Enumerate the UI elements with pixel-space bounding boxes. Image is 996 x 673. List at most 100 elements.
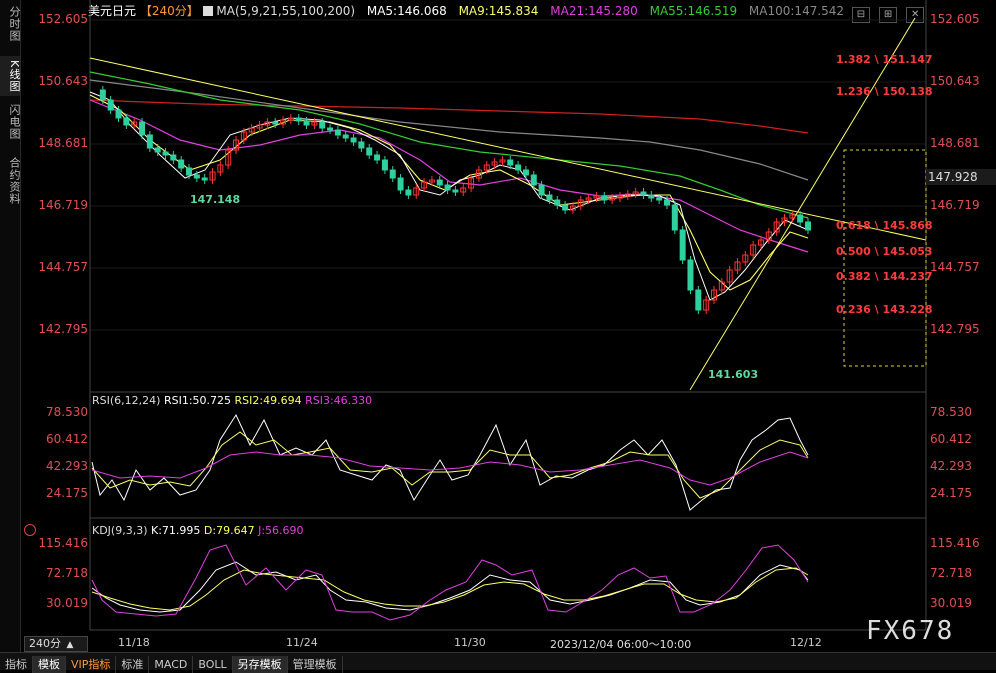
x-date-1: 11/24: [286, 636, 318, 649]
candle-body: [374, 154, 381, 161]
candle-body: [201, 177, 208, 181]
watermark-logo: FX678: [866, 616, 955, 646]
candle-body: [366, 147, 373, 156]
rsi-tick-left-3: 24.175: [46, 486, 88, 500]
fib-level-0382: 0.382 \ 144.237: [836, 270, 933, 283]
fib-level-1382: 1.382 \ 151.147: [836, 53, 933, 66]
candle-body: [522, 169, 529, 176]
candle-body: [170, 154, 177, 161]
tab-standard[interactable]: 标准: [116, 656, 150, 673]
kdj-k-line: [91, 561, 809, 613]
fib-projection-box: [843, 149, 927, 367]
candle-body: [350, 137, 357, 143]
candle-body: [272, 121, 279, 125]
x-date-crosshair: 2023/12/04 06:00～10:00: [550, 638, 692, 651]
kdj-tick-left-0: 115.416: [38, 536, 88, 550]
candle-body: [397, 177, 404, 191]
candle-body: [601, 195, 608, 201]
period-selector-value: 240分: [29, 637, 61, 650]
candle-body: [656, 197, 663, 201]
candle-body: [115, 109, 122, 119]
price-tick-left-3: 146.719: [38, 198, 88, 212]
price-tick-right-3: 146.719: [930, 198, 980, 212]
candle-body: [154, 147, 161, 153]
candle-body: [405, 189, 412, 196]
candle-body: [515, 164, 522, 171]
bottom-toolbar: 指标 模板 VIP指标 标准 MACD BOLL 另存模板 管理模板: [0, 652, 996, 673]
price-tick-left-5: 142.795: [38, 322, 88, 336]
tab-macd[interactable]: MACD: [149, 656, 194, 673]
price-tick-right-1: 150.643: [930, 74, 980, 88]
kdj-settings-icon[interactable]: [24, 524, 36, 536]
rsi-tick-right-0: 78.530: [930, 405, 972, 419]
kdj-header: KDJ(9,3,3) K:71.995 D:79.647 J:56.690: [92, 524, 304, 537]
rsi1-line: [91, 413, 809, 511]
candle-body: [444, 184, 451, 191]
candle-body: [193, 174, 200, 179]
candle-body: [671, 204, 678, 231]
tab-save-template[interactable]: 另存模板: [232, 656, 288, 673]
price-tick-left-0: 152.605: [38, 12, 88, 26]
tab-templates[interactable]: 模板: [33, 656, 66, 673]
rsi3-value: RSI3:46.330: [305, 394, 373, 407]
rsi1-value: RSI1:50.725: [163, 394, 232, 407]
x-date-0: 11/18: [118, 636, 150, 649]
candle-body: [507, 159, 514, 166]
tab-boll[interactable]: BOLL: [193, 656, 233, 673]
price-tick-right-5: 142.795: [930, 322, 980, 336]
triangle-up-icon: ▲: [66, 640, 74, 650]
candle-body: [436, 179, 443, 186]
current-price-tag: 147.928: [926, 169, 996, 185]
tab-vip-indicators[interactable]: VIP指标: [66, 656, 117, 673]
rsi-tick-right-2: 42.293: [930, 459, 972, 473]
price-tick-left-4: 144.757: [38, 260, 88, 274]
x-date-2: 11/30: [454, 636, 486, 649]
rsi-tick-left-2: 42.293: [46, 459, 88, 473]
candle-body: [640, 191, 647, 196]
ma200-line: [89, 99, 809, 134]
candle-body: [342, 134, 349, 139]
candle-body: [295, 117, 302, 122]
tab-manage-templates[interactable]: 管理模板: [288, 656, 343, 673]
candle-body: [679, 229, 686, 261]
candle-body: [687, 259, 694, 291]
kdj-tick-right-1: 72.718: [930, 566, 972, 580]
fib-level-0236: 0.236 \ 143.228: [836, 303, 933, 316]
kdj-d-value: D:79.647: [203, 524, 255, 537]
candle-body: [554, 199, 561, 206]
candle-body: [162, 151, 169, 156]
kdj-tick-left-1: 72.718: [46, 566, 88, 580]
fib-level-1236: 1.236 \ 150.138: [836, 85, 933, 98]
uptrend-line: [689, 17, 916, 391]
candle-body: [452, 189, 459, 193]
rsi3-line: [91, 451, 809, 486]
kdj-k-value: K:71.995: [151, 524, 201, 537]
candle-body: [530, 174, 537, 186]
low-annotation-1: 147.148: [190, 193, 241, 206]
fib-level-0500: 0.500 \ 145.053: [836, 245, 933, 258]
kdj-j-value: J:56.690: [258, 524, 304, 537]
kdj-tick-left-2: 30.019: [46, 596, 88, 610]
rsi2-line: [91, 431, 809, 499]
price-tick-right-0: 152.605: [930, 12, 980, 26]
candle-body: [797, 214, 804, 223]
price-tick-right-4: 144.757: [930, 260, 980, 274]
x-date-4: 12/12: [790, 636, 822, 649]
period-selector[interactable]: 240分 ▲: [24, 636, 88, 652]
candle-body: [303, 120, 310, 126]
rsi-header: RSI(6,12,24) RSI1:50.725 RSI2:49.694 RSI…: [92, 394, 372, 407]
candle-body: [146, 134, 153, 149]
kdj-j-line: [91, 544, 809, 621]
fib-level-0618: 0.618 \ 145.868: [836, 219, 933, 232]
candle-body: [648, 194, 655, 199]
kdj-tick-right-2: 30.019: [930, 596, 972, 610]
candle-body: [805, 221, 811, 231]
candle-body: [538, 184, 545, 196]
candle-body: [663, 199, 670, 206]
kdj-tick-right-0: 115.416: [930, 536, 980, 550]
candle-body: [327, 127, 334, 131]
candle-body: [381, 159, 388, 171]
candle-body: [178, 159, 185, 169]
tab-indicators[interactable]: 指标: [0, 656, 33, 673]
candle-body: [389, 169, 396, 179]
